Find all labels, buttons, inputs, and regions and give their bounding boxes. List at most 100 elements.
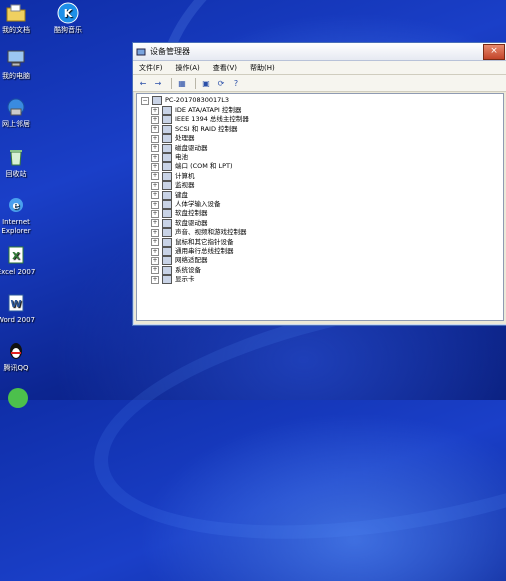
- expand-icon[interactable]: +: [151, 256, 159, 265]
- device-category-icon: [162, 237, 172, 247]
- toolbar-separator: [195, 77, 196, 89]
- title-bar[interactable]: 设备管理器 ×: [133, 43, 506, 61]
- expand-icon[interactable]: +: [151, 191, 159, 200]
- tree-item[interactable]: + 软盘驱动器: [151, 218, 208, 228]
- expand-icon[interactable]: +: [151, 125, 159, 134]
- back-icon[interactable]: ←: [137, 77, 149, 89]
- expand-icon[interactable]: +: [151, 266, 159, 275]
- desktop-icon-label: Word 2007: [0, 316, 36, 324]
- device-category-icon: [162, 218, 172, 228]
- tree-item[interactable]: + 键盘: [151, 190, 188, 200]
- tree-item-label: 人体学输入设备: [175, 200, 221, 208]
- desktop-icon-label: 回收站: [5, 170, 27, 178]
- device-category-icon: [162, 162, 172, 172]
- menu-file[interactable]: 文件(F): [139, 63, 163, 73]
- folder-icon: [6, 4, 26, 22]
- window-title: 设备管理器: [150, 47, 190, 56]
- tree-root-label: PC-20170830017L3: [165, 96, 230, 104]
- tree-item[interactable]: + 系统设备: [151, 265, 201, 275]
- device-category-icon: [162, 228, 172, 238]
- desktop-icon-word[interactable]: W Word 2007: [0, 292, 46, 325]
- tree-item[interactable]: + IDE ATA/ATAPI 控制器: [151, 106, 241, 115]
- partial-desktop-icon[interactable]: [8, 388, 28, 408]
- toolbar-separator: [171, 77, 172, 89]
- desktop-icon-internet-explorer[interactable]: e Internet Explorer: [0, 194, 46, 236]
- tree-item-label: 系统设备: [175, 265, 201, 274]
- expand-icon[interactable]: +: [151, 172, 159, 181]
- expand-icon[interactable]: +: [151, 115, 159, 124]
- view-icon[interactable]: ▦: [176, 77, 188, 89]
- device-category-icon: [162, 256, 172, 266]
- desktop-icon-label: 我的电脑: [2, 72, 30, 80]
- desktop-icon-my-computer[interactable]: 我的电脑: [0, 48, 46, 81]
- tree-item[interactable]: + 声音、视频和游戏控制器: [151, 228, 247, 238]
- close-button[interactable]: ×: [483, 43, 505, 60]
- expand-icon[interactable]: +: [151, 153, 159, 162]
- device-tree: − PC-20170830017L3 + IDE ATA/ATAPI 控制器 + IE…: [136, 93, 504, 321]
- tree-item[interactable]: + SCSI 和 RAID 控制器: [151, 124, 238, 134]
- qq-icon: [10, 343, 22, 359]
- expand-icon[interactable]: +: [151, 134, 159, 143]
- tree-item[interactable]: + 软盘控制器: [151, 209, 208, 219]
- desktop-icon-kugou[interactable]: K 酷狗音乐: [38, 2, 98, 35]
- expand-icon[interactable]: +: [151, 238, 159, 247]
- expand-icon[interactable]: +: [151, 209, 159, 218]
- device-category-icon: [162, 275, 172, 285]
- menu-action[interactable]: 操作(A): [176, 63, 200, 73]
- expand-icon[interactable]: +: [151, 181, 159, 190]
- tree-item[interactable]: + 鼠标和其它指针设备: [151, 237, 234, 247]
- expand-icon[interactable]: +: [151, 275, 159, 284]
- tree-item-label: 端口 (COM 和 LPT): [175, 162, 233, 171]
- menu-view[interactable]: 查看(V): [213, 63, 237, 73]
- tree-item-label: 监视器: [175, 181, 195, 190]
- desktop-icon-recycle-bin[interactable]: 回收站: [0, 146, 46, 179]
- help-icon[interactable]: ?: [230, 77, 242, 89]
- properties-icon[interactable]: ▣: [200, 77, 212, 89]
- desktop-icon-label: Internet Explorer: [1, 218, 31, 235]
- tree-root[interactable]: − PC-20170830017L3: [141, 96, 229, 105]
- tree-item[interactable]: + 监视器: [151, 181, 195, 191]
- desktop-icon-network[interactable]: 网上邻居: [0, 96, 46, 129]
- word-icon: W: [8, 294, 24, 312]
- tree-item-label: 鼠标和其它指针设备: [175, 237, 234, 246]
- expand-icon[interactable]: +: [151, 162, 159, 171]
- forward-icon[interactable]: →: [152, 77, 164, 89]
- menu-help[interactable]: 帮助(H): [250, 63, 275, 73]
- tree-item-label: 电池: [175, 153, 188, 161]
- device-manager-window: 设备管理器 × 文件(F) 操作(A) 查看(V) 帮助(H) ← → ▦ ▣ …: [132, 42, 506, 326]
- tree-item-label: IDE ATA/ATAPI 控制器: [175, 106, 242, 114]
- expand-icon[interactable]: +: [151, 219, 159, 228]
- tree-item[interactable]: + IEEE 1394 总线主控制器: [151, 115, 249, 125]
- device-category-icon: [162, 247, 172, 256]
- desktop-icon-excel[interactable]: X Excel 2007: [0, 244, 46, 277]
- collapse-icon[interactable]: −: [141, 96, 149, 105]
- tree-item[interactable]: + 端口 (COM 和 LPT): [151, 162, 233, 172]
- expand-icon[interactable]: +: [151, 228, 159, 237]
- expand-icon[interactable]: +: [151, 106, 159, 115]
- device-manager-icon: [136, 48, 146, 55]
- tree-item-label: SCSI 和 RAID 控制器: [175, 124, 238, 133]
- tree-item[interactable]: + 人体学输入设备: [151, 200, 221, 209]
- tree-item-label: 磁盘驱动器: [175, 143, 208, 152]
- device-category-icon: [162, 124, 172, 134]
- expand-icon[interactable]: +: [151, 247, 159, 256]
- tree-item[interactable]: + 磁盘驱动器: [151, 143, 208, 153]
- tree-item[interactable]: + 通用串行总线控制器: [151, 247, 234, 256]
- tree-item[interactable]: + 网络适配器: [151, 256, 208, 266]
- tree-item[interactable]: + 处理器: [151, 134, 195, 144]
- expand-icon[interactable]: +: [151, 144, 159, 153]
- refresh-icon[interactable]: ⟳: [215, 77, 227, 89]
- device-category-icon: [162, 143, 172, 153]
- tree-item[interactable]: + 显示卡: [151, 275, 195, 285]
- toolbar: ← → ▦ ▣ ⟳ ?: [133, 74, 506, 92]
- svg-text:e: e: [13, 199, 20, 212]
- desktop-icon-qq[interactable]: 腾讯QQ: [0, 340, 46, 373]
- tree-item[interactable]: + 电池: [151, 153, 188, 162]
- tree-item[interactable]: + 计算机: [151, 171, 195, 181]
- tree-item-label: 显示卡: [175, 275, 195, 284]
- expand-icon[interactable]: +: [151, 200, 159, 209]
- device-category-icon: [162, 115, 172, 125]
- recycle-bin-icon: [10, 150, 22, 166]
- desktop-icon-label: Excel 2007: [0, 268, 36, 276]
- desktop-icon-label: 网上邻居: [2, 120, 30, 128]
